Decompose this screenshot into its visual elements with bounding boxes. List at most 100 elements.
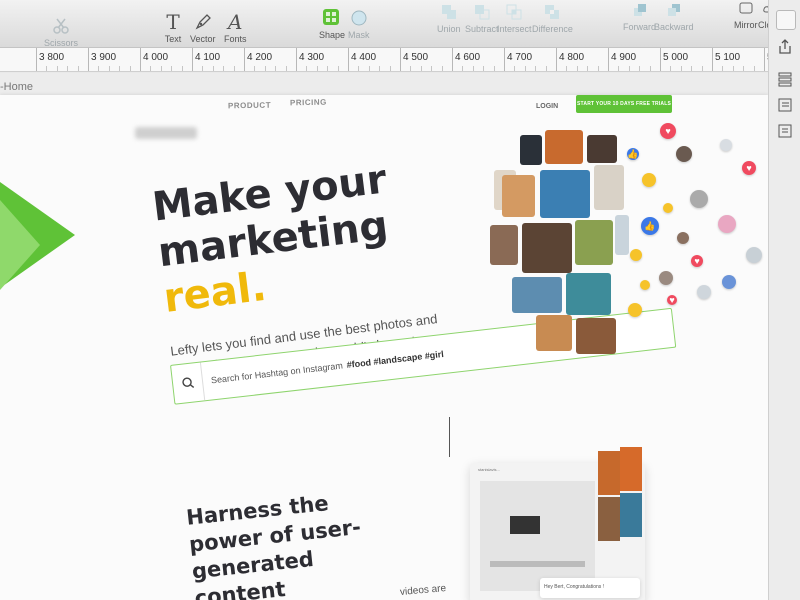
intersect-tool[interactable]: Intersect (497, 2, 532, 34)
mockup-strip-photo (620, 447, 642, 491)
nav-login[interactable]: LOGIN (536, 103, 558, 110)
mockup-strip-photo (620, 493, 642, 537)
shape-tool[interactable]: Shape (319, 8, 345, 40)
ruler-minor-tick (514, 66, 516, 71)
thumbs-up-icon: 👍 (627, 148, 639, 160)
mask-label: Mask (348, 30, 370, 40)
ruler-minor-tick (493, 66, 495, 71)
ruler-minor-tick (223, 66, 225, 71)
collage-photo (512, 277, 562, 313)
free-trial-button[interactable]: START YOUR 10 DAYS FREE TRIALS (576, 95, 672, 113)
inspector-toggle-icon[interactable] (776, 10, 796, 30)
subtract-label: Subtract (465, 24, 499, 34)
collage-photo (566, 273, 611, 315)
forward-tool[interactable]: Forward (623, 0, 656, 32)
ruler-label: 4 300 (299, 52, 325, 63)
collage-photo (587, 135, 617, 163)
ruler-minor-tick (753, 66, 755, 71)
subtract-tool[interactable]: Subtract (465, 2, 499, 34)
list-icon[interactable] (776, 96, 796, 116)
artboard[interactable]: PRODUCT PRICING LOGIN START YOUR 10 DAYS… (0, 95, 768, 600)
collage-photo (540, 170, 590, 218)
ruler-minor-tick (649, 66, 651, 71)
fonts-tool[interactable]: A Fonts (224, 10, 247, 44)
union-tool[interactable]: Union (437, 2, 461, 34)
scissors-icon (51, 16, 71, 36)
pen-icon (193, 12, 213, 32)
ruler-minor-tick (431, 66, 433, 71)
ruler-minor-tick (441, 66, 443, 71)
search-placeholder[interactable]: Search for Hashtag on Instagram (210, 360, 343, 385)
ruler-major-tick (712, 48, 713, 71)
ruler-label: 4 000 (143, 52, 169, 63)
mask-tool[interactable]: Mask (348, 8, 370, 40)
document-icon[interactable] (776, 122, 796, 142)
instagram-post-mockup: stanislavis... Hey Bert, Congratulations… (470, 447, 645, 600)
ruler-minor-tick (160, 66, 162, 71)
ruler-minor-tick (150, 66, 152, 71)
search-icon[interactable] (171, 362, 206, 404)
ruler-minor-tick (233, 66, 235, 71)
share-icon[interactable] (776, 38, 796, 58)
bring-forward-icon (630, 0, 650, 20)
thumbs-up-icon: 👍 (641, 217, 659, 235)
ruler-minor-tick (67, 66, 69, 71)
difference-icon (542, 2, 562, 22)
ruler-label: 4 200 (247, 52, 273, 63)
nav-pricing[interactable]: PRICING (290, 98, 327, 108)
ruler-major-tick (192, 48, 193, 71)
canvas[interactable]: -Home PRODUCT PRICING LOGIN START YOUR 1… (0, 73, 768, 600)
ruler-minor-tick (410, 66, 412, 71)
ruler-label: 4 600 (455, 52, 481, 63)
avatar (718, 215, 736, 233)
collage-photo (576, 318, 616, 354)
ruler-minor-tick (202, 66, 204, 71)
collage-photo (502, 175, 535, 217)
ruler-minor-tick (701, 66, 703, 71)
ruler-minor-tick (46, 66, 48, 71)
ruler-minor-tick (597, 66, 599, 71)
ruler-minor-tick (576, 66, 578, 71)
ruler-label: 4 100 (195, 52, 221, 63)
mirror-tool[interactable]: Mirror (734, 0, 758, 30)
inspector-sidebar (768, 0, 800, 600)
desk-shape (490, 561, 585, 567)
light-green-triangle-decoration (0, 200, 40, 290)
ruler-minor-tick (389, 66, 391, 71)
ruler-label: 3 800 (39, 52, 65, 63)
collage-photo (545, 130, 583, 164)
ruler-minor-tick (420, 66, 422, 71)
artboard-name[interactable]: -Home (0, 81, 33, 93)
difference-tool[interactable]: Difference (532, 2, 573, 34)
scissors-tool[interactable]: Scissors (44, 16, 78, 48)
ruler-minor-tick (254, 66, 256, 71)
ruler-major-tick (400, 48, 401, 71)
horizontal-ruler[interactable]: 3 800 3 900 4 000 4 100 4 200 4 300 4 400 4 500… (0, 48, 800, 72)
intersect-label: Intersect (497, 24, 532, 34)
avatar (676, 146, 692, 162)
text-cursor-line (449, 417, 450, 457)
ruler-major-tick (764, 48, 765, 71)
heart-icon: ♥ (667, 295, 677, 305)
ruler-minor-tick (743, 66, 745, 71)
mockup-notification: Hey Bert, Congratulations ! (540, 578, 640, 598)
ruler-label: 5 000 (663, 52, 689, 63)
mockup-strip-photo (598, 497, 620, 541)
ruler-label: 5 100 (715, 52, 741, 63)
ruler-major-tick (36, 48, 37, 71)
site-logo (135, 127, 197, 139)
ruler-major-tick (140, 48, 141, 71)
mockup-strip-photo (598, 451, 620, 495)
ruler-major-tick (348, 48, 349, 71)
fonts-icon: A (228, 10, 243, 34)
backward-tool[interactable]: Backward (654, 0, 694, 32)
laptop-shape (510, 516, 540, 534)
ruler-minor-tick (628, 66, 630, 71)
nav-product[interactable]: PRODUCT (228, 101, 271, 111)
layers-icon[interactable] (776, 70, 796, 90)
intersect-icon (504, 2, 524, 22)
ruler-minor-tick (587, 66, 589, 71)
text-tool[interactable]: T Text (163, 10, 183, 44)
shape-label: Shape (319, 30, 346, 40)
vector-tool[interactable]: Vector (190, 12, 216, 44)
